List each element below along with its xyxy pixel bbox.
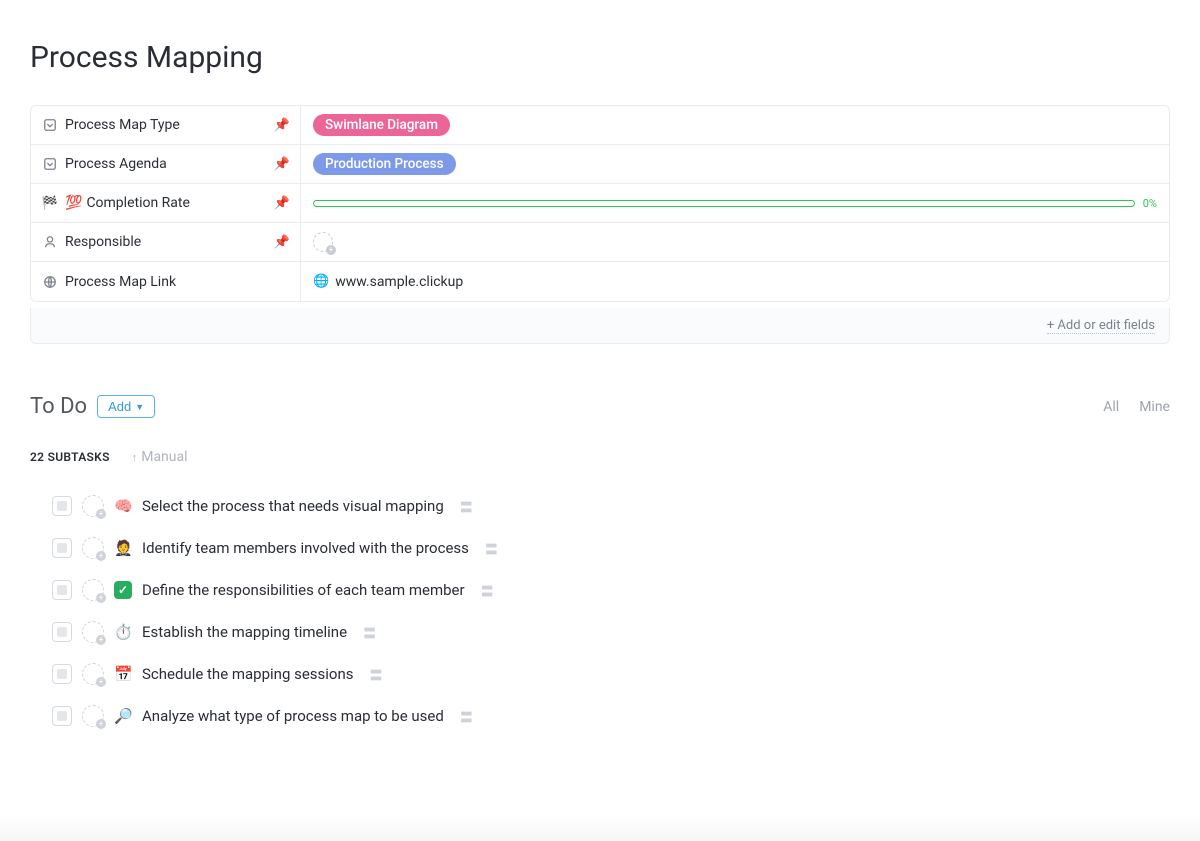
brain-icon: 🧠 <box>114 497 132 515</box>
field-label-map-type[interactable]: Process Map Type 📌 <box>31 106 301 144</box>
task-title: Schedule the mapping sessions <box>142 665 354 683</box>
gauge-icon: 🏁 <box>41 196 59 211</box>
task-checkbox[interactable] <box>52 622 72 642</box>
task-title: Select the process that needs visual map… <box>142 497 444 515</box>
field-row-map-type: Process Map Type 📌 Swimlane Diagram <box>31 106 1169 145</box>
subtasks-count: 22 SUBTASKS <box>30 450 110 464</box>
task-row[interactable]: ⏱️ Establish the mapping timeline 〓 <box>52 611 1170 653</box>
field-label-text: Process Map Link <box>65 274 176 290</box>
task-title: Identify team members involved with the … <box>142 539 469 557</box>
footer-shadow <box>0 813 1200 841</box>
add-button[interactable]: Add ▼ <box>97 395 155 418</box>
task-row[interactable]: ✓ Define the responsibilities of each tea… <box>52 569 1170 611</box>
drag-handle-icon[interactable]: 〓 <box>460 707 473 726</box>
arrow-up-icon: ↑ <box>132 451 138 464</box>
task-row[interactable]: 🔎 Analyze what type of process map to be … <box>52 695 1170 737</box>
task-row[interactable]: 🧠 Select the process that needs visual ma… <box>52 485 1170 527</box>
tag-agenda: Production Process <box>313 153 456 175</box>
globe-icon <box>41 275 59 289</box>
green-check-icon: ✓ <box>114 581 132 599</box>
task-checkbox[interactable] <box>52 580 72 600</box>
field-value-map-type[interactable]: Swimlane Diagram <box>301 106 1169 144</box>
field-row-completion: 🏁 💯 Completion Rate 📌 0% <box>31 184 1169 223</box>
pin-icon[interactable]: 📌 <box>274 118 290 133</box>
task-checkbox[interactable] <box>52 664 72 684</box>
stopwatch-icon: ⏱️ <box>114 623 132 641</box>
add-button-label: Add <box>108 399 131 414</box>
task-row[interactable]: 📅 Schedule the mapping sessions 〓 <box>52 653 1170 695</box>
drag-handle-icon[interactable]: 〓 <box>370 665 383 684</box>
field-value-agenda[interactable]: Production Process <box>301 145 1169 183</box>
assign-person-icon[interactable] <box>313 232 333 252</box>
tag-map-type: Swimlane Diagram <box>313 114 450 136</box>
task-checkbox[interactable] <box>52 706 72 726</box>
sort-label: Manual <box>141 449 187 465</box>
field-label-responsible[interactable]: Responsible 📌 <box>31 223 301 261</box>
page-title: Process Mapping <box>30 40 1170 75</box>
assign-person-icon[interactable] <box>82 537 104 559</box>
progress-bar[interactable] <box>313 200 1135 207</box>
field-label-agenda[interactable]: Process Agenda 📌 <box>31 145 301 183</box>
task-title: Define the responsibilities of each team… <box>142 581 465 599</box>
task-title: Establish the mapping timeline <box>142 623 347 641</box>
sort-manual[interactable]: ↑ Manual <box>132 449 188 465</box>
field-row-link: Process Map Link 🌐 www.sample.clickup <box>31 262 1169 301</box>
todo-header: To Do Add ▼ All Mine <box>30 394 1170 419</box>
pin-icon[interactable]: 📌 <box>274 157 290 172</box>
filter-all[interactable]: All <box>1103 399 1119 415</box>
link-url-text: www.sample.clickup <box>335 274 463 290</box>
chevron-down-icon: ▼ <box>135 402 144 412</box>
add-edit-fields-link[interactable]: + Add or edit fields <box>1047 318 1155 334</box>
todo-title: To Do <box>30 394 87 419</box>
assign-person-icon[interactable] <box>82 621 104 643</box>
field-label-text: Completion Rate <box>86 195 189 211</box>
field-label-text: Process Map Type <box>65 117 180 133</box>
drag-handle-icon[interactable]: 〓 <box>460 497 473 516</box>
field-value-responsible[interactable] <box>301 223 1169 261</box>
field-row-responsible: Responsible 📌 <box>31 223 1169 262</box>
assign-person-icon[interactable] <box>82 579 104 601</box>
drag-handle-icon[interactable]: 〓 <box>485 539 498 558</box>
drag-handle-icon[interactable]: 〓 <box>481 581 494 600</box>
field-label-link[interactable]: Process Map Link <box>31 262 301 301</box>
filter-mine[interactable]: Mine <box>1139 399 1170 415</box>
subtasks-meta: 22 SUBTASKS ↑ Manual <box>30 449 1170 465</box>
assign-person-icon[interactable] <box>82 663 104 685</box>
drag-handle-icon[interactable]: 〓 <box>363 623 376 642</box>
dropdown-field-icon <box>41 157 59 171</box>
task-checkbox[interactable] <box>52 538 72 558</box>
field-row-agenda: Process Agenda 📌 Production Process <box>31 145 1169 184</box>
magnifier-icon: 🔎 <box>114 707 132 725</box>
person-suit-icon: 🤵 <box>114 539 132 557</box>
field-label-completion[interactable]: 🏁 💯 Completion Rate 📌 <box>31 184 301 222</box>
custom-fields-table: Process Map Type 📌 Swimlane Diagram Proc… <box>30 105 1170 302</box>
task-list: 🧠 Select the process that needs visual ma… <box>30 485 1170 737</box>
pin-icon[interactable]: 📌 <box>274 196 290 211</box>
dropdown-field-icon <box>41 118 59 132</box>
assign-person-icon[interactable] <box>82 495 104 517</box>
task-checkbox[interactable] <box>52 496 72 516</box>
field-label-text: Process Agenda <box>65 156 167 172</box>
field-label-text: Responsible <box>65 234 141 250</box>
assign-person-icon[interactable] <box>82 705 104 727</box>
field-value-link[interactable]: 🌐 www.sample.clickup <box>301 262 1169 301</box>
task-row[interactable]: 🤵 Identify team members involved with the… <box>52 527 1170 569</box>
task-title: Analyze what type of process map to be u… <box>142 707 444 725</box>
field-value-completion[interactable]: 0% <box>301 184 1169 222</box>
add-edit-fields-row: + Add or edit fields <box>30 308 1170 344</box>
calendar-icon: 📅 <box>114 665 132 683</box>
person-icon <box>41 235 59 249</box>
globe-small-icon: 🌐 <box>313 274 329 289</box>
progress-percent: 0% <box>1143 197 1157 210</box>
pin-icon[interactable]: 📌 <box>274 235 290 250</box>
hundred-icon: 💯 <box>65 195 82 211</box>
